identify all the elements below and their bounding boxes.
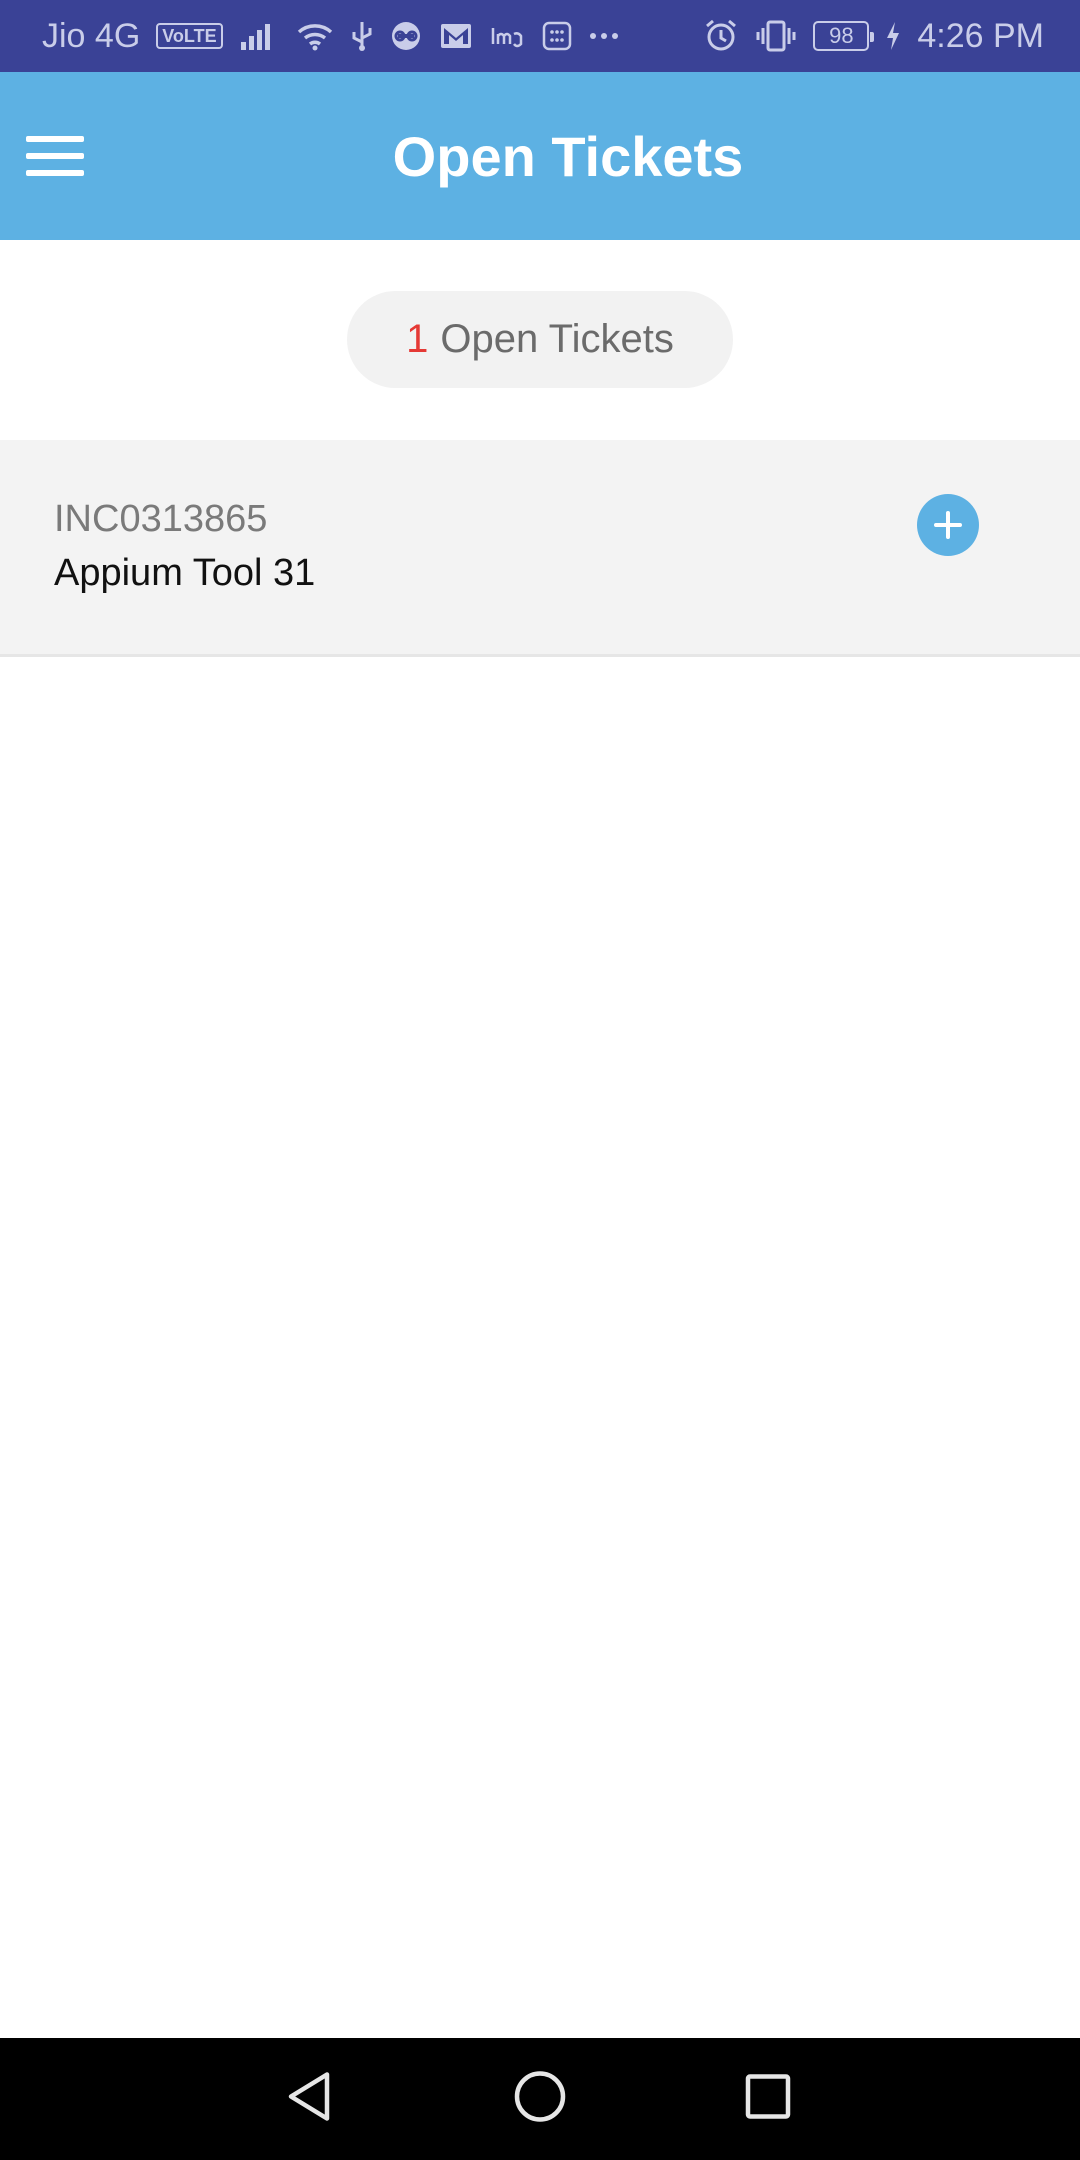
more-icon — [589, 31, 619, 41]
usb-icon — [351, 20, 373, 52]
status-left: Jio 4G VoLTE — [42, 17, 619, 56]
menu-line — [26, 136, 84, 142]
ticket-id: INC0313865 — [54, 498, 268, 540]
open-tickets-count-label: Open Tickets — [440, 317, 674, 361]
clock: 4:26 PM — [917, 16, 1044, 55]
hamburger-menu-icon[interactable] — [26, 124, 90, 188]
alarm-icon — [703, 18, 739, 54]
menu-line — [26, 170, 84, 176]
page-title: Open Tickets — [392, 124, 744, 188]
home-icon[interactable] — [513, 2070, 567, 2129]
signal-icon — [239, 20, 279, 52]
open-tickets-count: 1 — [406, 317, 429, 361]
volte-badge: VoLTE — [156, 23, 223, 49]
wifi-icon — [295, 20, 335, 52]
gmail-icon — [439, 22, 473, 50]
link-icon — [389, 20, 423, 52]
battery-icon: 98 — [813, 21, 875, 51]
recents-icon[interactable] — [744, 2073, 792, 2126]
status-right: 98 4:26 PM — [703, 17, 1044, 56]
app-icon — [541, 20, 573, 52]
screen: Jio 4G VoLTE 98 4:26 PM Open Tickets 1 O… — [0, 0, 1080, 2160]
ticket-title: Appium Tool 31 — [54, 552, 316, 594]
status-bar: Jio 4G VoLTE 98 4:26 PM — [0, 0, 1080, 72]
navigation-bar — [0, 2038, 1080, 2160]
charging-icon — [885, 21, 901, 51]
1mg-icon — [489, 22, 525, 50]
ticket-list-item[interactable]: INC0313865 Appium Tool 31 — [0, 440, 1080, 657]
plus-icon[interactable] — [917, 494, 979, 556]
open-tickets-count-badge: 1 Open Tickets — [347, 291, 733, 388]
menu-line — [26, 153, 84, 159]
vibrate-icon — [755, 18, 797, 54]
carrier-label: Jio 4G — [42, 16, 141, 55]
back-icon[interactable] — [283, 2069, 335, 2130]
app-bar: Open Tickets — [0, 72, 1080, 240]
